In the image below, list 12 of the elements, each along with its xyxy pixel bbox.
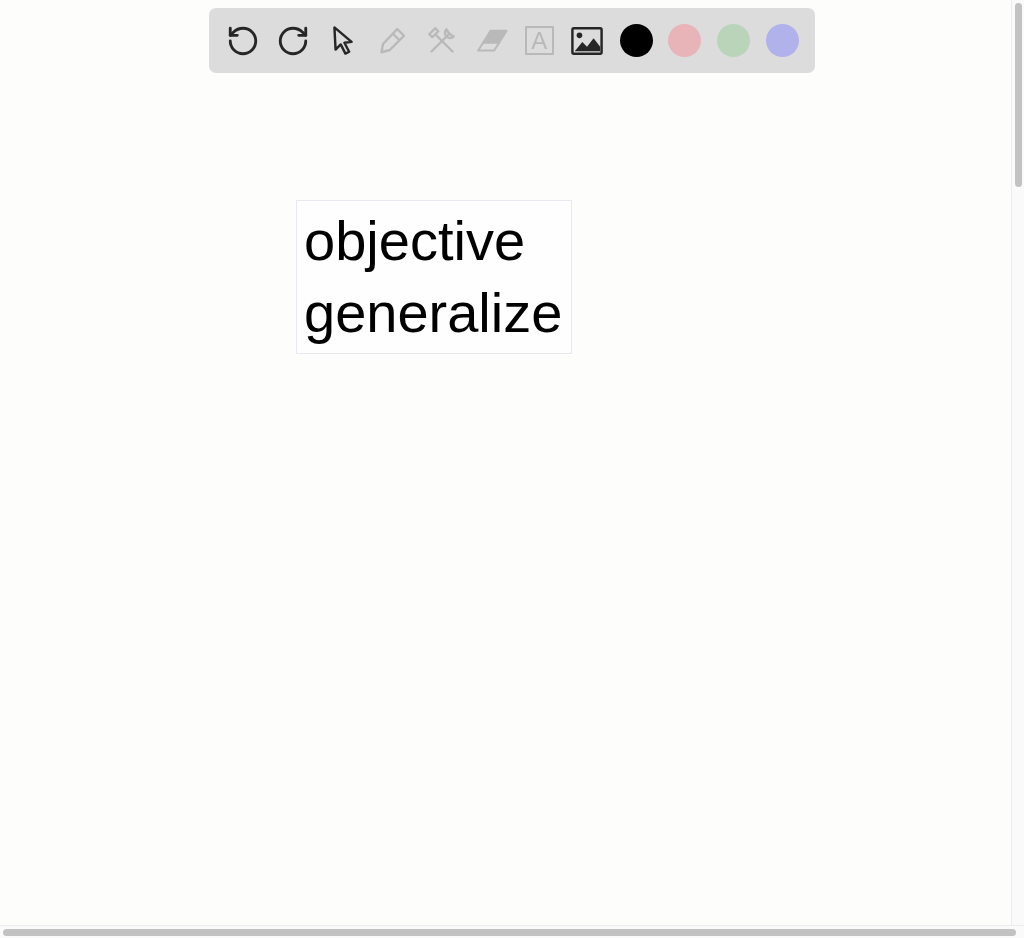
text-box[interactable]: objective generalize (296, 200, 572, 354)
swatch-button[interactable] (765, 24, 799, 57)
text-line: objective (304, 208, 527, 274)
swatch-button[interactable] (717, 24, 751, 57)
image-icon (570, 25, 603, 56)
redo-icon (276, 25, 309, 56)
swatch-button[interactable] (668, 24, 702, 57)
scrollbar-thumb[interactable] (1015, 3, 1022, 187)
undo-icon (227, 25, 259, 56)
text-line: generalize (304, 280, 563, 346)
swatch-button[interactable] (619, 24, 653, 57)
scrollbar-thumb[interactable] (3, 929, 1016, 936)
